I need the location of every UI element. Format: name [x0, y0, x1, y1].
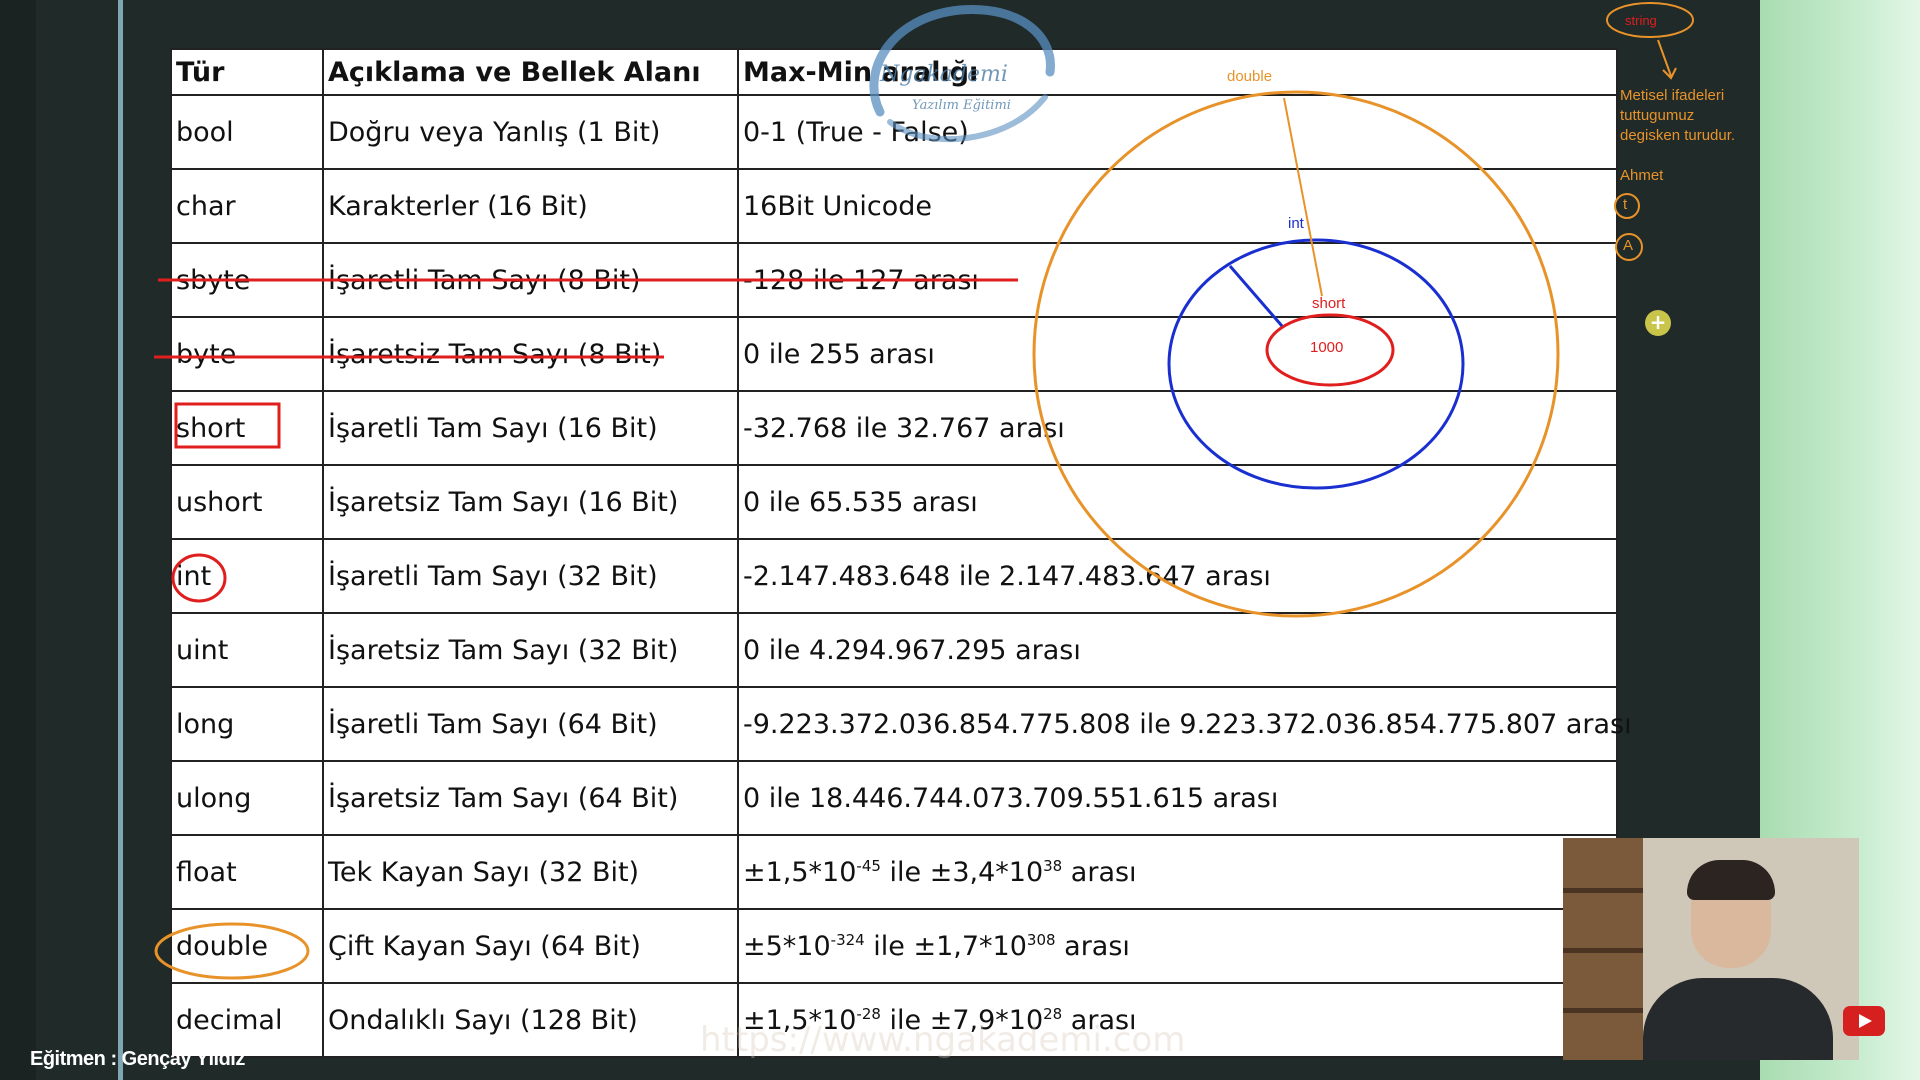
type-cell: sbyte: [170, 242, 324, 318]
desc-cell: Ondalıklı Sayı (128 Bit): [322, 982, 739, 1058]
type-cell: double: [170, 908, 324, 984]
type-cell: ulong: [170, 760, 324, 836]
side-note-letter-t: t: [1623, 196, 1628, 213]
range-base: ±5*10: [743, 930, 831, 962]
instructor-caption: Eğitmen : Gençay Yıldız: [30, 1048, 245, 1070]
type-cell: float: [170, 834, 324, 910]
range-middle: ile ±1,7*10: [864, 930, 1027, 962]
range-cell: -128 ile 127 arası: [737, 242, 1618, 318]
range-cell: 16Bit Unicode: [737, 168, 1618, 244]
type-cell: char: [170, 168, 324, 244]
string-arrow: [1657, 39, 1677, 80]
range-cell: 0 ile 18.446.744.073.709.551.615 arası: [737, 760, 1618, 836]
type-cell: short: [170, 390, 324, 466]
data-types-table: Tür Açıklama ve Bellek Alanı Max-Min ara…: [170, 48, 1632, 1058]
table-row: double Çift Kayan Sayı (64 Bit) ±5*10-32…: [170, 908, 1618, 984]
table-row: float Tek Kayan Sayı (32 Bit) ±1,5*10-45…: [170, 834, 1618, 910]
desc-cell: İşaretsiz Tam Sayı (64 Bit): [322, 760, 739, 836]
header-description: Açıklama ve Bellek Alanı: [322, 48, 739, 96]
table-row: short İşaretli Tam Sayı (16 Bit) -32.768…: [170, 390, 1618, 466]
table-row: sbyte İşaretli Tam Sayı (8 Bit) -128 ile…: [170, 242, 1618, 318]
range-cell: 0 ile 65.535 arası: [737, 464, 1618, 540]
int-label: int: [1288, 215, 1304, 232]
side-note-letter-a: A: [1623, 237, 1634, 254]
type-cell: bool: [170, 94, 324, 170]
desc-cell: İşaretsiz Tam Sayı (8 Bit): [322, 316, 739, 392]
desc-cell: Doğru veya Yanlış (1 Bit): [322, 94, 739, 170]
type-cell: decimal: [170, 982, 324, 1058]
type-cell: int: [170, 538, 324, 614]
table-row: long İşaretli Tam Sayı (64 Bit) -9.223.3…: [170, 686, 1632, 762]
string-badge: string: [1625, 13, 1657, 28]
desc-cell: İşaretli Tam Sayı (64 Bit): [322, 686, 739, 762]
logo-subtitle: Yazılım Eğitimi: [912, 98, 1011, 113]
desc-cell: İşaretsiz Tam Sayı (32 Bit): [322, 612, 739, 688]
range-suffix: arası: [1055, 930, 1130, 962]
add-plus-icon[interactable]: +: [1645, 310, 1671, 336]
slide-canvas: Tür Açıklama ve Bellek Alanı Max-Min ara…: [170, 48, 1632, 1058]
table-row: ulong İşaretsiz Tam Sayı (64 Bit) 0 ile …: [170, 760, 1618, 836]
table-row: char Karakterler (16 Bit) 16Bit Unicode: [170, 168, 1618, 244]
type-cell: uint: [170, 612, 324, 688]
range-cell: -2.147.483.648 ile 2.147.483.647 arası: [737, 538, 1618, 614]
table-row: int İşaretli Tam Sayı (32 Bit) -2.147.48…: [170, 538, 1618, 614]
desc-cell: Tek Kayan Sayı (32 Bit): [322, 834, 739, 910]
youtube-icon[interactable]: [1843, 1006, 1885, 1036]
table-row: bool Doğru veya Yanlış (1 Bit) 0-1 (True…: [170, 94, 1618, 170]
table-row: ushort İşaretsiz Tam Sayı (16 Bit) 0 ile…: [170, 464, 1618, 540]
value-label: 1000: [1310, 339, 1344, 356]
desc-cell: İşaretsiz Tam Sayı (16 Bit): [322, 464, 739, 540]
site-watermark: https://www.ngakademi.com: [700, 1020, 1186, 1060]
range-middle: ile ±3,4*10: [880, 856, 1044, 888]
range-exponent: 38: [1043, 856, 1063, 875]
side-note-line1: Metisel ifadeleri: [1620, 87, 1725, 104]
left-edge: [0, 0, 36, 1080]
table-row: byte İşaretsiz Tam Sayı (8 Bit) 0 ile 25…: [170, 316, 1618, 392]
range-exponent: -45: [856, 856, 881, 875]
range-cell: -9.223.372.036.854.775.808 ile 9.223.372…: [737, 686, 1632, 762]
range-cell: 0 ile 255 arası: [737, 316, 1618, 392]
short-label: short: [1312, 295, 1346, 312]
side-note-line3: degisken turudur.: [1620, 127, 1736, 144]
type-cell: long: [170, 686, 324, 762]
header-type: Tür: [170, 48, 324, 96]
range-cell: -32.768 ile 32.767 arası: [737, 390, 1618, 466]
range-exponent: -324: [830, 930, 865, 949]
desc-cell: İşaretli Tam Sayı (16 Bit): [322, 390, 739, 466]
side-note-line2: tuttugumuz: [1620, 107, 1695, 124]
range-cell: ±5*10-324 ile ±1,7*10308 arası: [737, 908, 1618, 984]
type-cell: ushort: [170, 464, 324, 540]
side-note-name: Ahmet: [1620, 167, 1664, 184]
webcam-overlay: [1563, 838, 1859, 1060]
desc-cell: İşaretli Tam Sayı (8 Bit): [322, 242, 739, 318]
table-row: uint İşaretsiz Tam Sayı (32 Bit) 0 ile 4…: [170, 612, 1618, 688]
bookshelf: [1563, 838, 1643, 1060]
instructor-hair: [1687, 860, 1775, 900]
logo-text: Ngakademi: [880, 62, 1008, 87]
left-accent-bar: [118, 0, 123, 1080]
desc-cell: Karakterler (16 Bit): [322, 168, 739, 244]
range-cell: ±1,5*10-45 ile ±3,4*1038 arası: [737, 834, 1618, 910]
type-cell: byte: [170, 316, 324, 392]
instructor-body: [1643, 978, 1833, 1060]
range-cell: 0 ile 4.294.967.295 arası: [737, 612, 1618, 688]
desc-cell: Çift Kayan Sayı (64 Bit): [322, 908, 739, 984]
range-exponent: 308: [1026, 930, 1056, 949]
range-suffix: arası: [1062, 856, 1137, 888]
range-cell: 0-1 (True - False): [737, 94, 1618, 170]
range-base: ±1,5*10: [743, 856, 857, 888]
double-label: double: [1227, 68, 1273, 85]
desc-cell: İşaretli Tam Sayı (32 Bit): [322, 538, 739, 614]
header-range: Max-Min aralığı: [737, 48, 1618, 96]
